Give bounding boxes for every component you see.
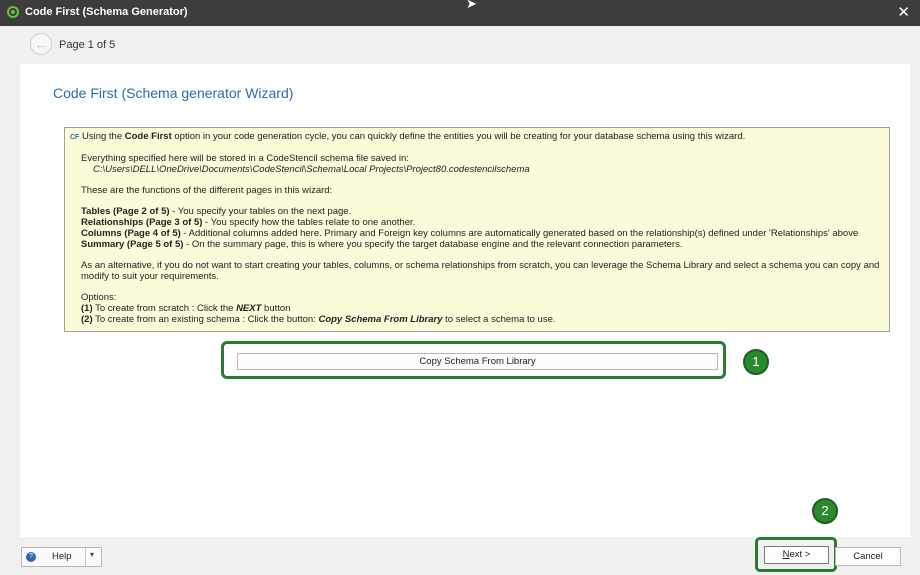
- alternative-text: As an alternative, if you do not want to…: [81, 260, 880, 282]
- cancel-button[interactable]: Cancel: [835, 547, 901, 566]
- help-button[interactable]: ? Help ▾: [21, 547, 102, 567]
- help-divider: [85, 548, 86, 566]
- next-button[interactable]: Next >: [764, 546, 829, 564]
- app-icon: [7, 6, 19, 18]
- nav-strip: ← Page 1 of 5: [0, 26, 920, 64]
- copy-button-highlight: Copy Schema From Library: [221, 341, 726, 379]
- page-function-tables: Tables (Page 2 of 5) - You specify your …: [81, 206, 352, 217]
- option-1: (1) To create from scratch : Click the N…: [81, 303, 291, 314]
- wizard-content: Code First (Schema generator Wizard) CF …: [20, 64, 910, 537]
- footer-bar: ? Help ▾ Next > Cancel: [0, 537, 920, 575]
- cf-icon: CF: [70, 134, 80, 141]
- option-2: (2) To create from an existing schema : …: [81, 314, 556, 325]
- storage-path: C:\Users\DELL\OneDrive\Documents\CodeSte…: [93, 164, 530, 175]
- wizard-title: Code First (Schema generator Wizard): [53, 85, 294, 101]
- back-arrow-icon[interactable]: ←: [30, 33, 52, 55]
- page-function-relationships: Relationships (Page 3 of 5) - You specif…: [81, 217, 416, 228]
- title-bar: Code First (Schema Generator) ➤ ✕: [0, 0, 920, 26]
- storage-line: Everything specified here will be stored…: [81, 153, 409, 164]
- callout-badge-1: 1: [743, 349, 769, 375]
- window-title: Code First (Schema Generator): [25, 6, 188, 18]
- page-function-columns: Columns (Page 4 of 5) - Additional colum…: [81, 228, 859, 239]
- help-label: Help: [52, 551, 72, 562]
- intro-text: CF Using the Code First option in your c…: [70, 131, 746, 142]
- copy-schema-from-library-button[interactable]: Copy Schema From Library: [237, 353, 718, 370]
- options-heading: Options:: [81, 292, 117, 303]
- close-icon[interactable]: ✕: [897, 3, 910, 21]
- mouse-cursor-icon: ➤: [466, 0, 477, 11]
- next-button-highlight: Next >: [755, 537, 837, 572]
- info-panel: CF Using the Code First option in your c…: [64, 127, 890, 332]
- callout-badge-2: 2: [812, 498, 838, 524]
- help-icon: ?: [26, 552, 36, 562]
- functions-heading: These are the functions of the different…: [81, 185, 333, 196]
- chevron-down-icon[interactable]: ▾: [90, 550, 94, 559]
- page-indicator: Page 1 of 5: [59, 39, 116, 51]
- page-function-summary: Summary (Page 5 of 5) - On the summary p…: [81, 239, 683, 250]
